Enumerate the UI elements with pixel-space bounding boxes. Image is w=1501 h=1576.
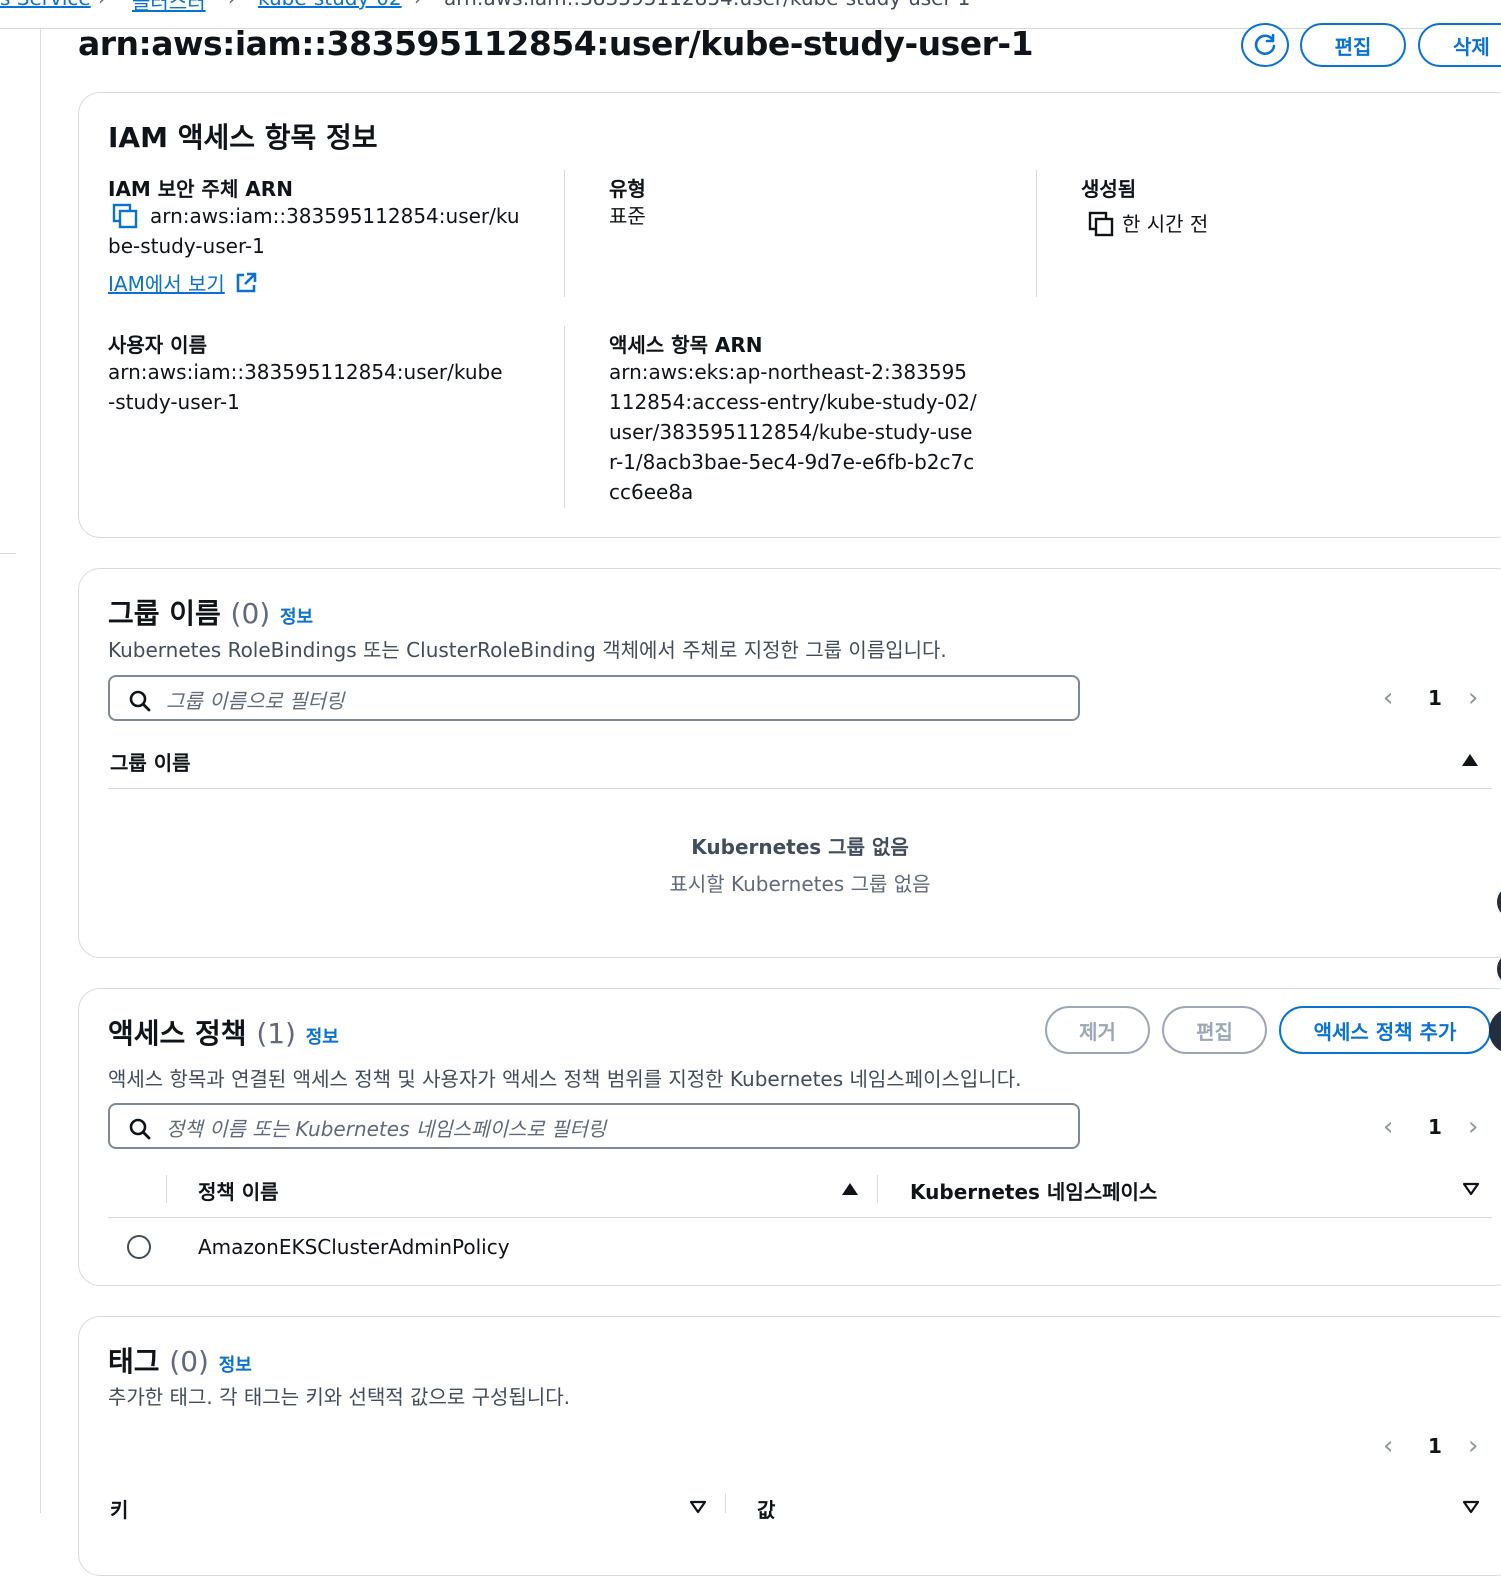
sort-descending-icon[interactable] xyxy=(1462,1182,1480,1196)
column-resize-handle[interactable] xyxy=(166,1175,167,1203)
tags-card xyxy=(78,1316,1501,1576)
username-value: arn:aws:iam::383595112854:user/kube-stud… xyxy=(108,360,503,414)
principal-arn-label: IAM 보안 주체 ARN xyxy=(108,177,293,201)
policies-title: 액세스 정책 xyxy=(108,1017,247,1050)
chevron-left-icon[interactable]: ‹ xyxy=(1383,683,1393,713)
breadcrumb-item-service[interactable]: s Service xyxy=(0,0,91,10)
breadcrumb-item-cluster[interactable]: kube-study-02 xyxy=(258,0,402,10)
groups-empty-title: Kubernetes 그룹 없음 xyxy=(691,835,909,859)
table-row[interactable]: AmazonEKSClusterAdminPolicy xyxy=(108,1218,1492,1278)
breadcrumb-current: arn:aws:iam::383595112854:user/kube-stud… xyxy=(444,0,970,10)
groups-heading: 그룹 이름 (0) 정보 xyxy=(108,592,313,632)
search-icon xyxy=(129,690,151,712)
details-title: IAM 액세스 항목 정보 xyxy=(108,121,378,154)
policies-page-number[interactable]: 1 xyxy=(1428,1115,1442,1139)
column-divider xyxy=(564,326,565,508)
refresh-button[interactable] xyxy=(1241,23,1289,67)
policies-description: 액세스 항목과 연결된 액세스 정책 및 사용자가 액세스 정책 범위를 지정한… xyxy=(108,1067,1022,1091)
namespace-column-header[interactable]: Kubernetes 네임스페이스 xyxy=(910,1176,1157,1205)
sort-ascending-icon[interactable] xyxy=(841,1182,859,1196)
column-resize-handle[interactable] xyxy=(877,1175,878,1203)
column-resize-handle[interactable] xyxy=(725,1494,726,1513)
row-radio[interactable] xyxy=(127,1235,151,1259)
principal-arn-value: arn:aws:iam::383595112854:user/kube-stud… xyxy=(108,204,520,258)
username-label: 사용자 이름 xyxy=(108,333,207,357)
tags-description: 추가한 태그. 각 태그는 키와 선택적 값으로 구성됩니다. xyxy=(108,1385,571,1409)
policies-search-input[interactable]: 정책 이름 또는 Kubernetes 네임스페이스로 필터링 xyxy=(108,1103,1080,1149)
groups-title: 그룹 이름 xyxy=(108,597,221,630)
policies-heading: 액세스 정책 (1) 정보 xyxy=(108,1012,339,1052)
sort-ascending-icon[interactable] xyxy=(1461,753,1479,767)
groups-header-divider xyxy=(108,788,1492,789)
sort-descending-icon[interactable] xyxy=(1462,1500,1480,1513)
chevron-left-icon[interactable]: ‹ xyxy=(1383,1112,1393,1142)
tags-count: (0) xyxy=(169,1345,209,1378)
add-access-policy-button[interactable]: 액세스 정책 추가 xyxy=(1279,1006,1491,1054)
groups-description: Kubernetes RoleBindings 또는 ClusterRoleBi… xyxy=(108,638,947,662)
chevron-right-icon[interactable]: › xyxy=(1468,683,1478,713)
column-divider xyxy=(564,170,565,297)
breadcrumb-separator: › xyxy=(98,0,106,10)
search-icon xyxy=(129,1118,151,1140)
policies-count: (1) xyxy=(256,1017,296,1050)
side-nav-divider xyxy=(0,553,16,554)
policies-search-placeholder: 정책 이름 또는 Kubernetes 네임스페이스로 필터링 xyxy=(166,1117,607,1141)
column-divider xyxy=(1036,170,1037,297)
created-value: 한 시간 전 xyxy=(1122,212,1209,236)
edit-button[interactable]: 편집 xyxy=(1300,23,1406,67)
entry-arn-value: arn:aws:eks:ap-northeast-2:383595112854:… xyxy=(609,360,977,504)
page-title: arn:aws:iam::383595112854:user/kube-stud… xyxy=(78,24,1034,63)
policies-info-link[interactable]: 정보 xyxy=(306,1027,339,1048)
type-value: 표준 xyxy=(609,204,646,228)
breadcrumb-item-clusters[interactable]: 클러스터 xyxy=(132,0,206,15)
tags-info-link[interactable]: 정보 xyxy=(219,1355,252,1376)
tags-title: 태그 xyxy=(108,1345,160,1378)
policy-name-column-header[interactable]: 정책 이름 xyxy=(198,1176,279,1205)
groups-search-input[interactable]: 그룹 이름으로 필터링 xyxy=(108,675,1080,721)
remove-policy-button[interactable]: 제거 xyxy=(1045,1006,1150,1054)
edit-policy-button[interactable]: 편집 xyxy=(1162,1006,1267,1054)
groups-page-number[interactable]: 1 xyxy=(1428,686,1442,710)
policy-name-cell: AmazonEKSClusterAdminPolicy xyxy=(198,1235,510,1259)
tag-value-column-header[interactable]: 값 xyxy=(757,1494,775,1523)
breadcrumb-separator: › xyxy=(414,0,422,10)
copy-icon[interactable] xyxy=(1088,211,1116,241)
sort-descending-icon[interactable] xyxy=(689,1500,707,1514)
groups-count: (0) xyxy=(230,597,271,630)
view-in-iam-label[interactable]: IAM에서 보기 xyxy=(108,272,225,296)
tags-heading: 태그 (0) 정보 xyxy=(108,1340,252,1380)
chevron-right-icon[interactable]: › xyxy=(1468,1431,1478,1461)
refresh-icon xyxy=(1254,33,1276,56)
breadcrumb-separator: › xyxy=(228,0,236,10)
view-in-iam-link[interactable]: IAM에서 보기 xyxy=(108,268,258,297)
tags-page-number[interactable]: 1 xyxy=(1428,1434,1442,1458)
groups-info-link[interactable]: 정보 xyxy=(280,607,313,628)
groups-search-placeholder: 그룹 이름으로 필터링 xyxy=(166,689,345,713)
created-label: 생성됨 xyxy=(1081,177,1137,201)
external-link-icon xyxy=(236,272,257,293)
chevron-left-icon[interactable]: ‹ xyxy=(1383,1431,1393,1461)
groups-empty-text: 표시할 Kubernetes 그룹 없음 xyxy=(669,872,931,896)
type-label: 유형 xyxy=(609,177,646,201)
groups-column-header[interactable]: 그룹 이름 xyxy=(110,747,191,776)
entry-arn-label: 액세스 항목 ARN xyxy=(609,333,763,357)
tag-key-column-header[interactable]: 키 xyxy=(110,1494,128,1523)
delete-button[interactable]: 삭제 xyxy=(1418,23,1501,67)
side-nav-rail xyxy=(0,28,41,1513)
chevron-right-icon[interactable]: › xyxy=(1468,1112,1478,1142)
